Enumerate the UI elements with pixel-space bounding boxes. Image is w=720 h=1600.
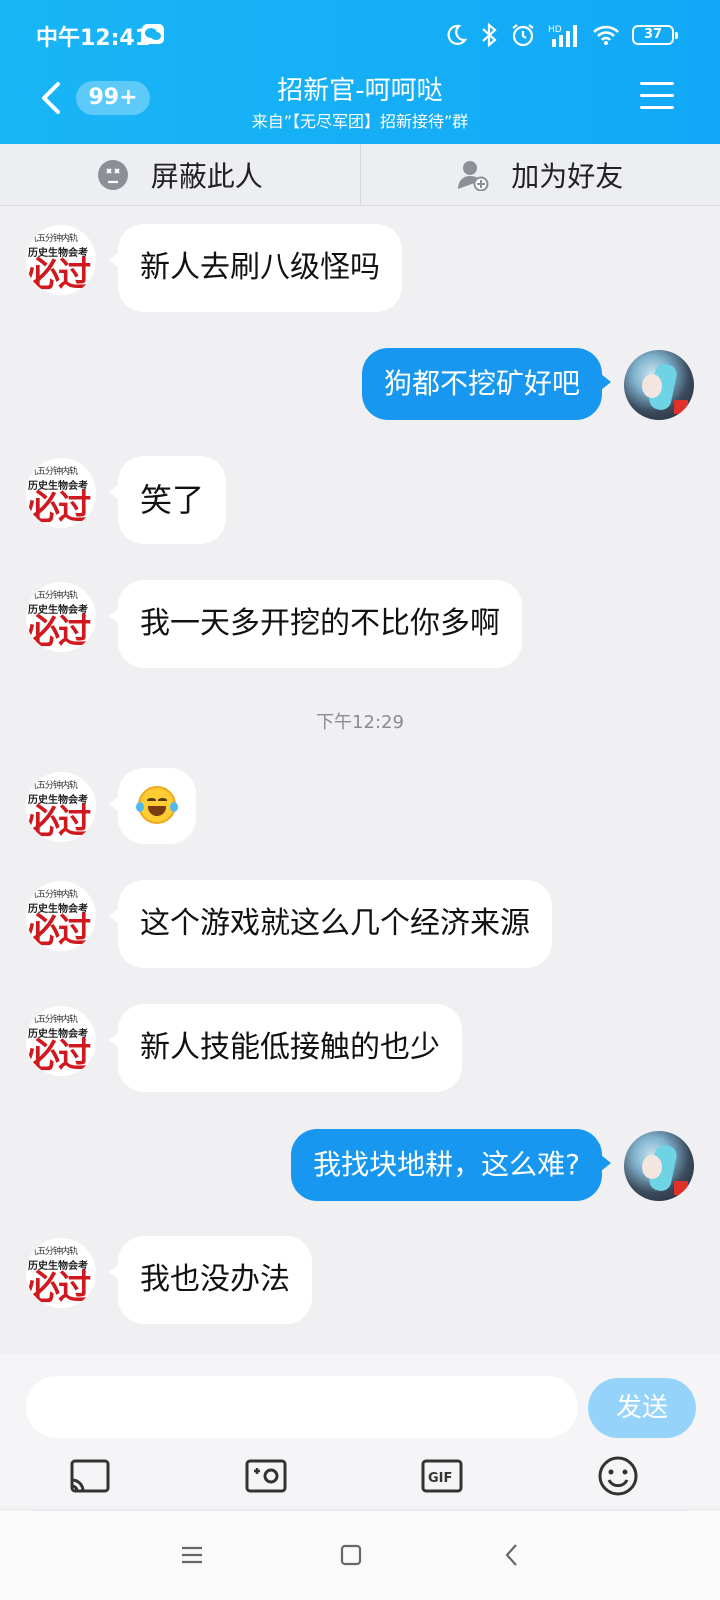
sender-avatar[interactable]: 几五分钟内轨 历史生物会考 必过 bbox=[26, 1006, 96, 1076]
screen-cast-icon[interactable] bbox=[68, 1454, 112, 1498]
add-friend-label: 加为好友 bbox=[511, 159, 624, 193]
sender-avatar[interactable]: 几五分钟内轨 历史生物会考 必过 bbox=[26, 772, 96, 842]
message-text: 狗都不挖矿好吧 bbox=[383, 367, 580, 400]
status-icons: HD 37 bbox=[444, 20, 678, 50]
status-time: 中午12:41 bbox=[36, 26, 151, 51]
sender-avatar[interactable]: 几五分钟内轨 历史生物会考 必过 bbox=[26, 458, 96, 528]
composer: 发送 GIF bbox=[0, 1354, 720, 1506]
message-list[interactable]: 几五分钟内轨 历史生物会考 必过 新人去刷八级怪吗 狗都不挖矿好吧 几五分钟内轨… bbox=[0, 206, 720, 1354]
wechat-notification-icon bbox=[142, 24, 164, 44]
svg-text:GIF: GIF bbox=[428, 1471, 452, 1486]
composer-toolbar: GIF bbox=[0, 1454, 720, 1502]
svg-text:HD: HD bbox=[548, 25, 562, 35]
message-bubble-incoming[interactable] bbox=[109, 768, 196, 844]
home-square-icon[interactable] bbox=[337, 1541, 365, 1569]
sender-avatar[interactable]: 几五分钟内轨 历史生物会考 必过 bbox=[26, 1238, 96, 1308]
menu-icon[interactable] bbox=[640, 82, 674, 112]
laughing-tears-emoji-icon bbox=[136, 786, 178, 824]
message-bubble-incoming[interactable]: 这个游戏就这么几个经济来源 bbox=[109, 880, 552, 968]
alarm-icon bbox=[512, 24, 534, 47]
message-bubble-incoming[interactable]: 新人技能低接触的也少 bbox=[109, 1004, 462, 1092]
send-button[interactable]: 发送 bbox=[588, 1378, 696, 1438]
block-user-label: 屏蔽此人 bbox=[150, 159, 263, 193]
message-text: 新人去刷八级怪吗 bbox=[140, 250, 380, 285]
chat-title: 招新官-呵呵哒 bbox=[277, 76, 443, 106]
sender-avatar[interactable]: 几五分钟内轨 历史生物会考 必过 bbox=[26, 225, 96, 295]
block-face-icon bbox=[97, 159, 128, 190]
message-text: 我一天多开挖的不比你多啊 bbox=[140, 606, 500, 641]
wifi-icon bbox=[593, 25, 619, 45]
do-not-disturb-moon-icon bbox=[447, 24, 468, 45]
add-friend-icon bbox=[458, 160, 489, 191]
bluetooth-icon bbox=[482, 22, 497, 48]
stranger-action-bar: 屏蔽此人 加为好友 bbox=[0, 144, 720, 206]
my-avatar[interactable] bbox=[624, 350, 694, 420]
message-bubble-outgoing[interactable]: 我找块地耕，这么难? bbox=[291, 1129, 611, 1201]
message-text: 我也没办法 bbox=[140, 1262, 290, 1297]
message-text: 我找块地耕，这么难? bbox=[313, 1148, 580, 1181]
message-timestamp: 下午12:29 bbox=[316, 712, 404, 733]
chat-header: 中午12:41 HD 37 99+ 招新官-呵呵哒 来自”【无尽军团】招新接待”… bbox=[0, 0, 720, 144]
message-bubble-outgoing[interactable]: 狗都不挖矿好吧 bbox=[361, 348, 612, 420]
system-navigation-bar bbox=[0, 1511, 720, 1600]
recents-menu-icon[interactable] bbox=[178, 1541, 206, 1569]
message-bubble-incoming[interactable]: 我也没办法 bbox=[109, 1236, 312, 1324]
message-text: 笑了 bbox=[140, 481, 205, 519]
sender-avatar[interactable]: 几五分钟内轨 历史生物会考 必过 bbox=[26, 582, 96, 652]
gif-icon[interactable]: GIF bbox=[420, 1454, 464, 1498]
battery-indicator: 37 bbox=[632, 25, 678, 45]
add-friend-button[interactable]: 加为好友 bbox=[359, 144, 720, 205]
message-bubble-incoming[interactable]: 笑了 bbox=[108, 456, 227, 544]
message-text: 新人技能低接触的也少 bbox=[140, 1030, 440, 1065]
message-text: 这个游戏就这么几个经济来源 bbox=[140, 906, 530, 941]
photo-icon[interactable] bbox=[244, 1454, 288, 1498]
message-bubble-incoming[interactable]: 新人去刷八级怪吗 bbox=[109, 224, 402, 312]
block-user-button[interactable]: 屏蔽此人 bbox=[0, 144, 360, 205]
message-bubble-incoming[interactable]: 我一天多开挖的不比你多啊 bbox=[109, 580, 522, 668]
my-avatar[interactable] bbox=[624, 1131, 694, 1201]
emoji-picker-icon[interactable] bbox=[596, 1454, 640, 1498]
hd-signal-icon: HD bbox=[548, 25, 577, 47]
chat-subtitle: 来自”【无尽军团】招新接待”群 bbox=[251, 112, 469, 131]
sender-avatar[interactable]: 几五分钟内轨 历史生物会考 必过 bbox=[26, 881, 96, 951]
message-input[interactable] bbox=[26, 1376, 578, 1438]
back-chevron-icon[interactable] bbox=[498, 1541, 526, 1569]
status-bar: 中午12:41 HD 37 bbox=[0, 0, 720, 70]
